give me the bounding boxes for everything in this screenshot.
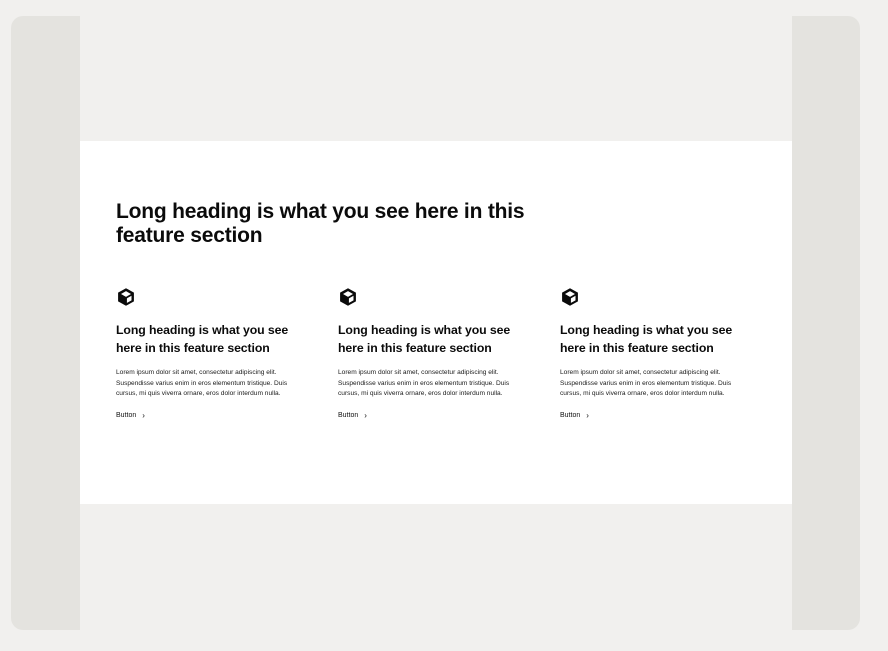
feature-button[interactable]: Button › (560, 410, 589, 420)
feature-card: Long heading is what you see here in thi… (338, 287, 532, 422)
cube-icon (340, 288, 356, 306)
feature-button-label: Button (116, 412, 137, 419)
feature-title: Long heading is what you see here in thi… (560, 323, 733, 355)
feature-title: Long heading is what you see here in thi… (116, 323, 289, 355)
feature-description: Lorem ipsum dolor sit amet, consectetur … (560, 369, 732, 397)
chevron-right-icon: › (142, 410, 145, 420)
feature-description: Lorem ipsum dolor sit amet, consectetur … (338, 369, 510, 397)
feature-button-label: Button (338, 412, 359, 419)
preview-frame: Long heading is what you see here in thi… (11, 16, 860, 630)
feature-button[interactable]: Button › (116, 410, 145, 420)
feature-list: Long heading is what you see here in thi… (116, 287, 756, 422)
feature-section: Long heading is what you see here in thi… (80, 141, 792, 504)
feature-button-label: Button (560, 412, 581, 419)
section-heading: Long heading is what you see here in thi… (116, 200, 525, 247)
page-canvas: Long heading is what you see here in thi… (80, 16, 792, 630)
cube-icon (118, 288, 134, 306)
feature-card: Long heading is what you see here in thi… (116, 287, 310, 422)
feature-description: Lorem ipsum dolor sit amet, consectetur … (116, 369, 288, 397)
feature-button[interactable]: Button › (338, 410, 367, 420)
chevron-right-icon: › (586, 410, 589, 420)
chevron-right-icon: › (364, 410, 367, 420)
feature-card: Long heading is what you see here in thi… (560, 287, 754, 422)
cube-icon (562, 288, 578, 306)
feature-title: Long heading is what you see here in thi… (338, 323, 511, 355)
